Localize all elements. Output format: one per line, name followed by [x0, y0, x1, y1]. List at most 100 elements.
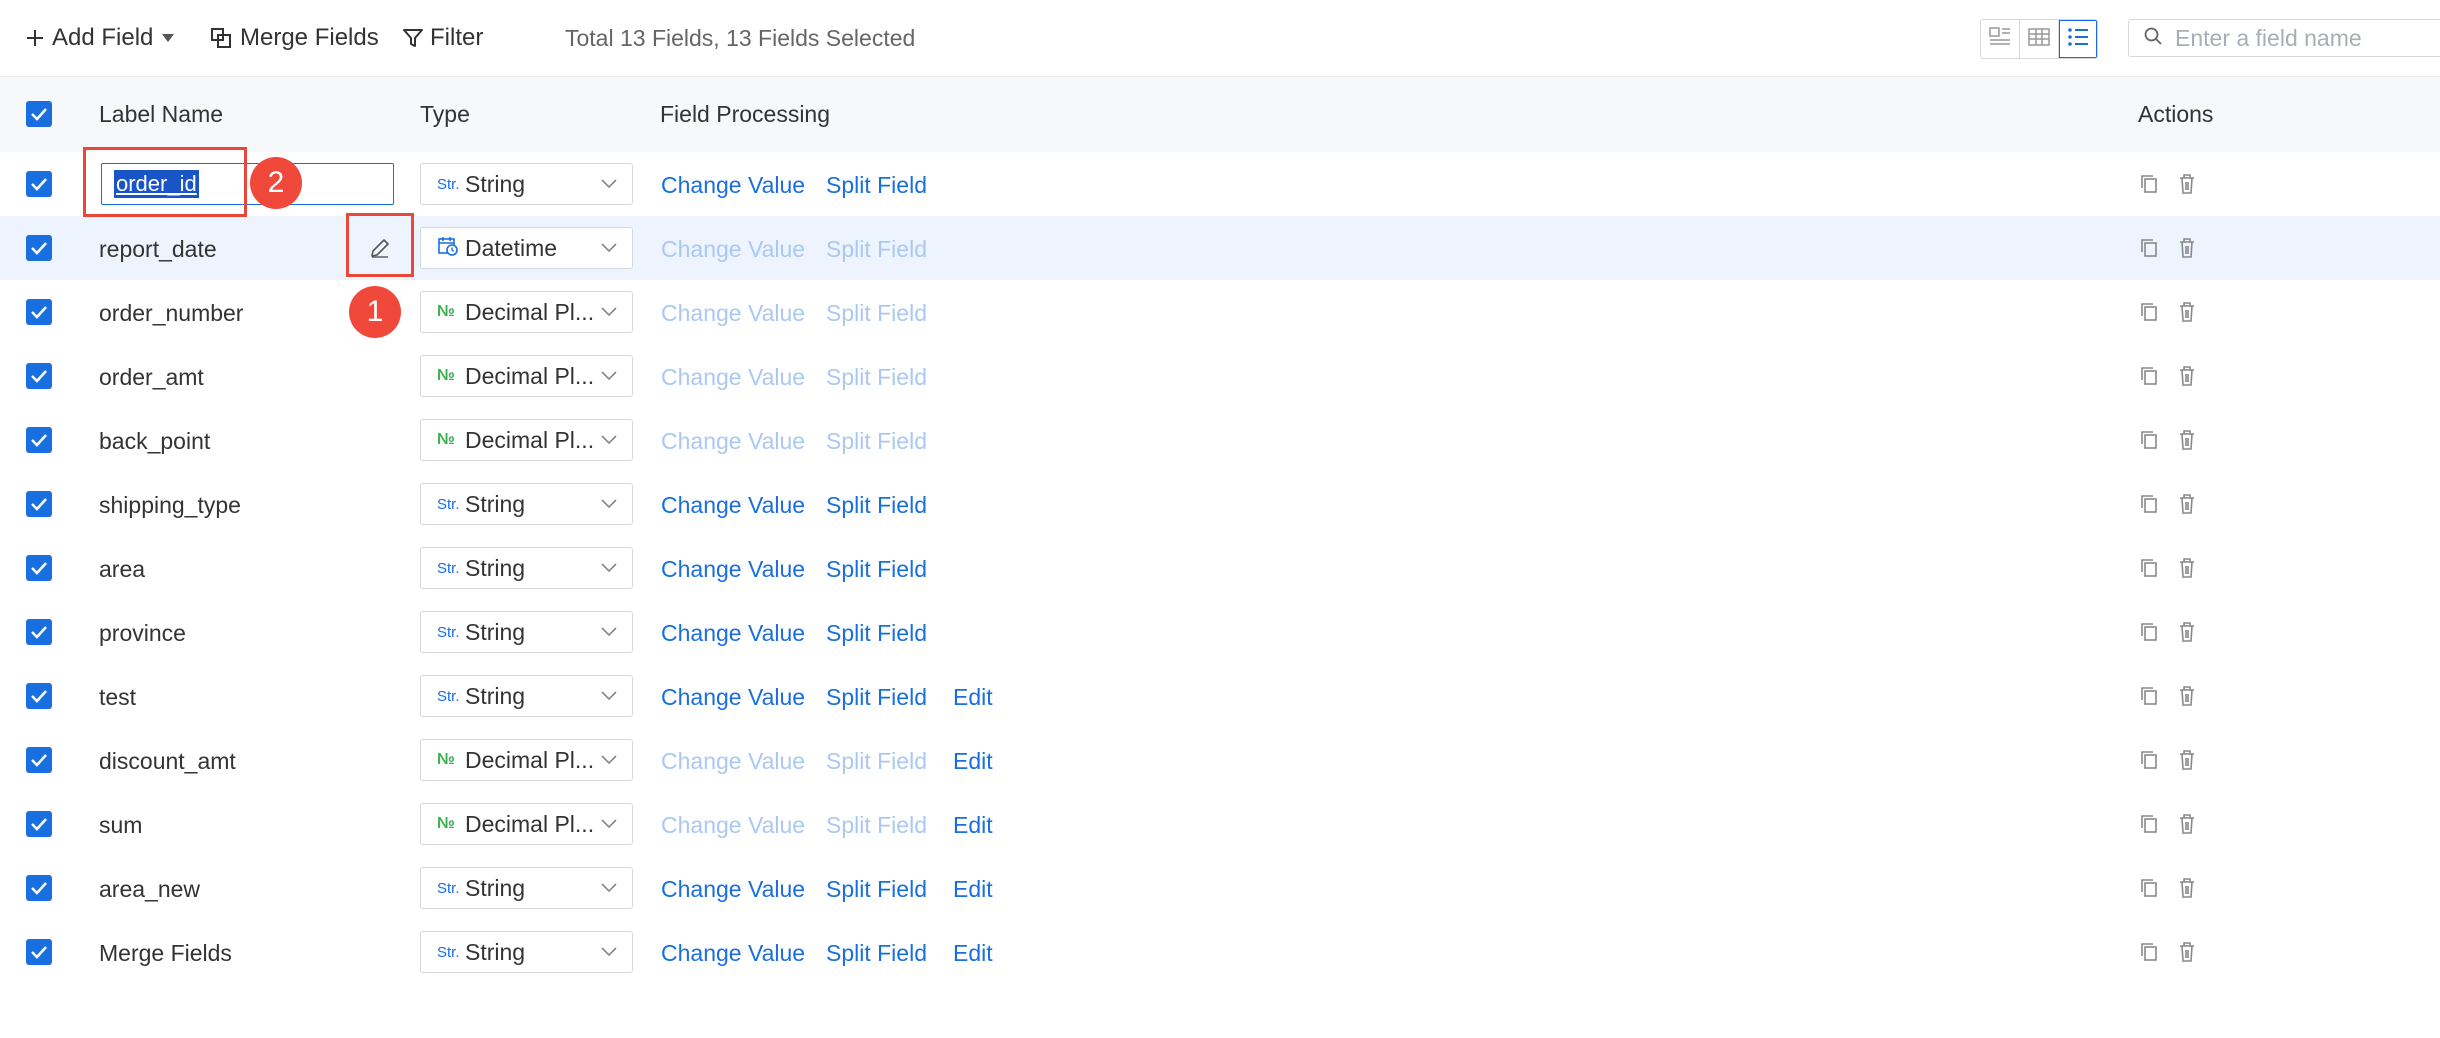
header-type: Type: [420, 101, 470, 127]
edit-link[interactable]: Edit: [953, 876, 993, 903]
change-value-link[interactable]: Change Value: [661, 428, 805, 455]
split-field-link[interactable]: Split Field: [826, 492, 927, 519]
annotation-badge-2: 2: [250, 157, 302, 209]
row-checkbox[interactable]: [26, 619, 52, 645]
search-input[interactable]: [2173, 23, 2437, 53]
type-select[interactable]: Str. String: [420, 547, 633, 589]
split-field-link[interactable]: Split Field: [826, 364, 927, 391]
trash-icon[interactable]: [2178, 237, 2196, 264]
trash-icon[interactable]: [2178, 941, 2196, 968]
split-field-link[interactable]: Split Field: [826, 748, 927, 775]
row-checkbox[interactable]: [26, 299, 52, 325]
change-value-link[interactable]: Change Value: [661, 236, 805, 263]
trash-icon[interactable]: [2178, 493, 2196, 520]
merge-fields-button[interactable]: Merge Fields: [210, 0, 379, 76]
copy-icon[interactable]: [2139, 685, 2159, 712]
type-value: Datetime: [465, 234, 558, 261]
row-checkbox[interactable]: [26, 811, 52, 837]
change-value-link[interactable]: Change Value: [661, 364, 805, 391]
split-field-link[interactable]: Split Field: [826, 236, 927, 263]
split-field-link[interactable]: Split Field: [826, 556, 927, 583]
edit-link[interactable]: Edit: [953, 748, 993, 775]
change-value-link[interactable]: Change Value: [661, 940, 805, 967]
copy-icon[interactable]: [2139, 813, 2159, 840]
split-field-link[interactable]: Split Field: [826, 300, 927, 327]
row-checkbox[interactable]: [26, 683, 52, 709]
change-value-link[interactable]: Change Value: [661, 300, 805, 327]
type-select[interactable]: Str. String: [420, 163, 633, 205]
add-field-button[interactable]: Add Field: [24, 0, 175, 76]
copy-icon[interactable]: [2139, 941, 2159, 968]
split-field-link[interactable]: Split Field: [826, 172, 927, 199]
change-value-link[interactable]: Change Value: [661, 684, 805, 711]
type-select[interactable]: Str. String: [420, 931, 633, 973]
trash-icon[interactable]: [2178, 557, 2196, 584]
copy-icon[interactable]: [2139, 749, 2159, 776]
split-field-link[interactable]: Split Field: [826, 940, 927, 967]
list-view-button[interactable]: [2059, 20, 2097, 58]
type-select[interactable]: Str. String: [420, 483, 633, 525]
row-checkbox[interactable]: [26, 555, 52, 581]
trash-icon[interactable]: [2178, 301, 2196, 328]
row-checkbox[interactable]: [26, 427, 52, 453]
row-checkbox[interactable]: [26, 939, 52, 965]
row-checkbox[interactable]: [26, 875, 52, 901]
split-field-link[interactable]: Split Field: [826, 428, 927, 455]
header-actions: Actions: [2138, 101, 2214, 127]
filter-button[interactable]: Filter: [402, 0, 483, 76]
row-checkbox[interactable]: [26, 171, 52, 197]
copy-icon[interactable]: [2139, 493, 2159, 520]
change-value-link[interactable]: Change Value: [661, 748, 805, 775]
trash-icon[interactable]: [2178, 429, 2196, 456]
trash-icon[interactable]: [2178, 365, 2196, 392]
card-view-button[interactable]: [1981, 20, 2020, 58]
copy-icon[interactable]: [2139, 557, 2159, 584]
copy-icon[interactable]: [2139, 621, 2159, 648]
copy-icon[interactable]: [2139, 365, 2159, 392]
trash-icon[interactable]: [2178, 621, 2196, 648]
type-select[interactable]: № Decimal Pl...: [420, 739, 633, 781]
edit-link[interactable]: Edit: [953, 812, 993, 839]
edit-link[interactable]: Edit: [953, 684, 993, 711]
change-value-link[interactable]: Change Value: [661, 876, 805, 903]
change-value-link[interactable]: Change Value: [661, 172, 805, 199]
type-select[interactable]: Str. String: [420, 675, 633, 717]
type-value: Decimal Pl...: [465, 810, 595, 837]
split-field-link[interactable]: Split Field: [826, 684, 927, 711]
type-select[interactable]: № Decimal Pl...: [420, 291, 633, 333]
select-all-checkbox[interactable]: [26, 101, 52, 127]
type-select[interactable]: Datetime: [420, 227, 633, 269]
row-checkbox[interactable]: [26, 747, 52, 773]
chevron-down-icon: [600, 433, 618, 451]
table-view-button[interactable]: [2020, 20, 2059, 58]
row-checkbox[interactable]: [26, 491, 52, 517]
trash-icon[interactable]: [2178, 877, 2196, 904]
change-value-link[interactable]: Change Value: [661, 556, 805, 583]
copy-icon[interactable]: [2139, 877, 2159, 904]
change-value-link[interactable]: Change Value: [661, 620, 805, 647]
split-field-link[interactable]: Split Field: [826, 620, 927, 647]
copy-icon[interactable]: [2139, 173, 2159, 200]
row-checkbox[interactable]: [26, 363, 52, 389]
toolbar: Add Field Merge Fields Filter Total 13 F…: [0, 0, 2440, 77]
change-value-link[interactable]: Change Value: [661, 812, 805, 839]
trash-icon[interactable]: [2178, 685, 2196, 712]
type-select[interactable]: Str. String: [420, 867, 633, 909]
split-field-link[interactable]: Split Field: [826, 812, 927, 839]
type-select[interactable]: № Decimal Pl...: [420, 419, 633, 461]
change-value-link[interactable]: Change Value: [661, 492, 805, 519]
edit-link[interactable]: Edit: [953, 940, 993, 967]
trash-icon[interactable]: [2178, 173, 2196, 200]
type-select[interactable]: № Decimal Pl...: [420, 803, 633, 845]
row-checkbox[interactable]: [26, 235, 52, 261]
copy-icon[interactable]: [2139, 237, 2159, 264]
copy-icon[interactable]: [2139, 301, 2159, 328]
type-select[interactable]: Str. String: [420, 611, 633, 653]
type-select[interactable]: № Decimal Pl...: [420, 355, 633, 397]
copy-icon[interactable]: [2139, 429, 2159, 456]
trash-icon[interactable]: [2178, 813, 2196, 840]
trash-icon[interactable]: [2178, 749, 2196, 776]
type-value: Decimal Pl...: [465, 298, 595, 325]
check-icon: [31, 946, 47, 959]
split-field-link[interactable]: Split Field: [826, 876, 927, 903]
